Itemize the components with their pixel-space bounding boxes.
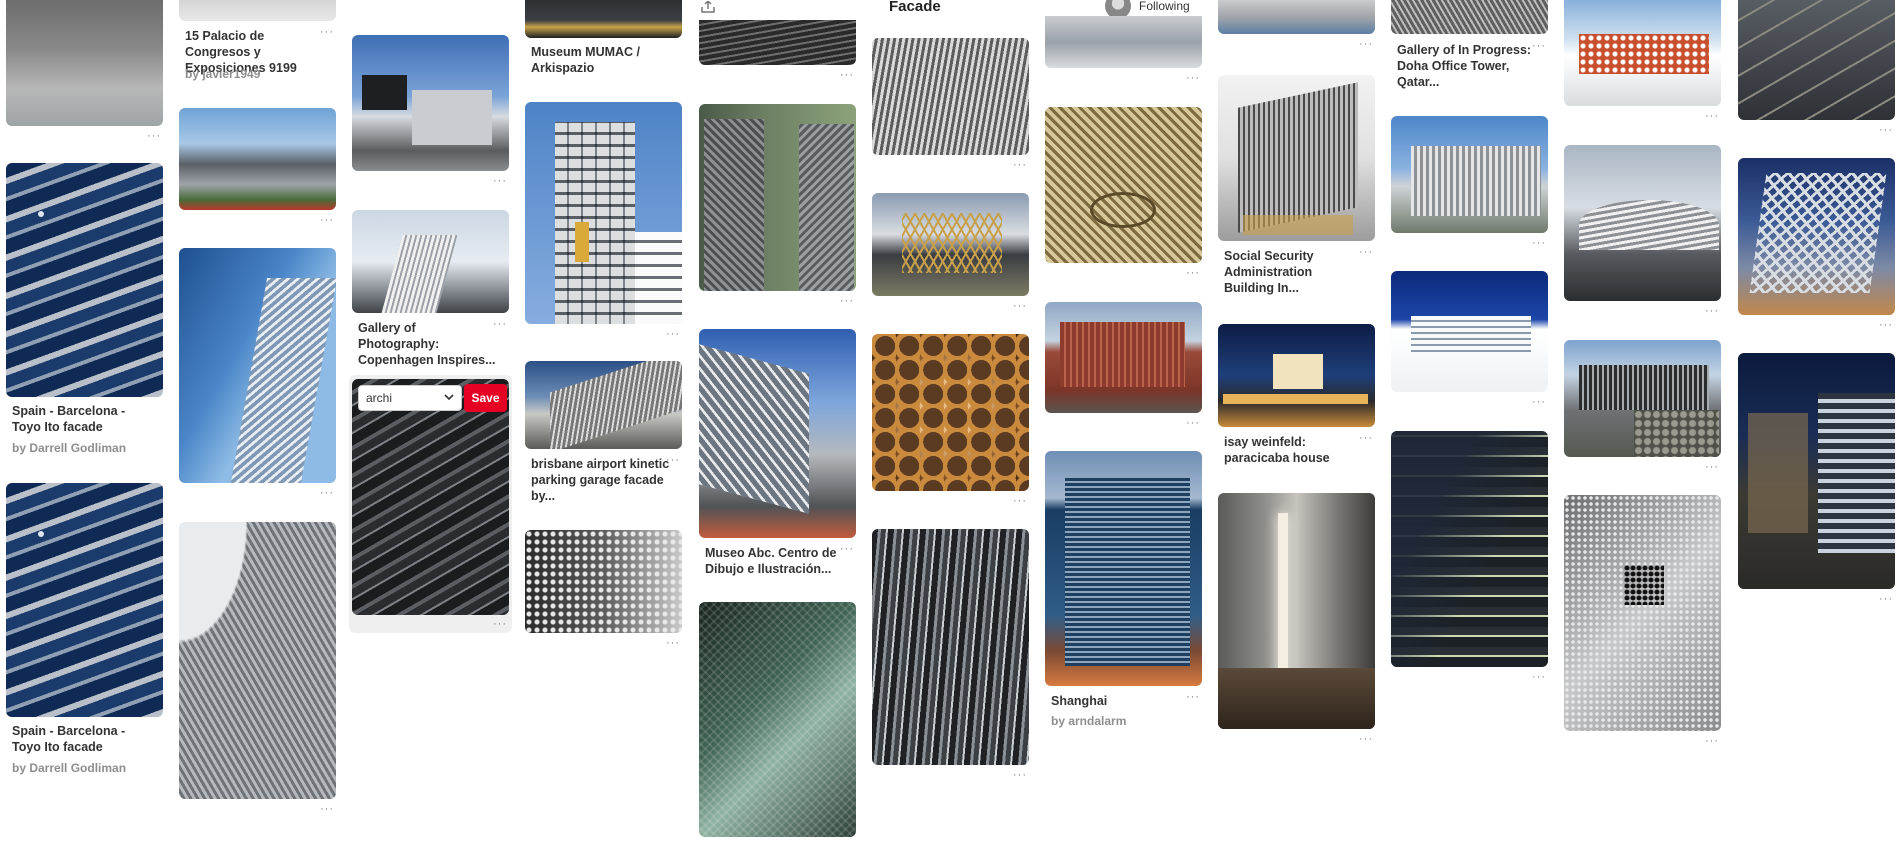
pin-title[interactable]: Museum MUMAC / Arkispazio <box>531 44 671 76</box>
pin-image[interactable] <box>352 35 509 171</box>
pin-title[interactable]: Gallery of Photography: Copenhagen Inspi… <box>358 320 498 368</box>
pin-author[interactable]: by Darrell Godliman <box>12 441 126 455</box>
more-options-icon[interactable]: ··· <box>1532 238 1546 249</box>
more-options-icon[interactable]: ··· <box>666 329 680 340</box>
pin-title[interactable]: Gallery of In Progress: Doha Office Towe… <box>1397 42 1537 90</box>
board-title: Facade <box>889 0 941 15</box>
chevron-down-icon <box>444 391 454 405</box>
pin-image[interactable] <box>1391 116 1548 233</box>
pin-image[interactable] <box>1564 145 1721 301</box>
pin-image[interactable] <box>1045 302 1202 413</box>
pin-title[interactable]: brisbane airport kinetic parking garage … <box>531 456 671 504</box>
pin-title[interactable]: isay weinfeld: paracicaba house <box>1224 434 1364 466</box>
pin-author[interactable]: by javier1949 <box>185 67 260 81</box>
more-options-icon[interactable]: ··· <box>1532 397 1546 408</box>
more-options-icon[interactable]: ··· <box>1705 736 1719 747</box>
pin-image[interactable] <box>525 0 682 38</box>
more-options-icon[interactable]: ··· <box>1532 672 1546 683</box>
pin-image[interactable] <box>1564 340 1721 457</box>
pin-image[interactable] <box>872 38 1029 155</box>
following-label: Following <box>1139 0 1190 13</box>
pin-image[interactable] <box>1045 451 1202 686</box>
more-options-icon[interactable]: ··· <box>1879 320 1893 331</box>
more-options-icon[interactable]: ··· <box>1359 247 1373 258</box>
pin-image[interactable] <box>1738 353 1895 589</box>
pin-image[interactable] <box>179 108 336 210</box>
pin-image[interactable] <box>352 210 509 313</box>
pin-image[interactable] <box>872 334 1029 491</box>
more-options-icon[interactable]: ··· <box>1013 770 1027 781</box>
pin-image[interactable] <box>1564 495 1721 731</box>
pin-image[interactable] <box>699 20 856 65</box>
pin-image[interactable] <box>1218 493 1375 729</box>
pin-image[interactable] <box>6 483 163 717</box>
more-options-icon[interactable]: ··· <box>1532 41 1546 52</box>
more-options-icon[interactable]: ··· <box>1705 306 1719 317</box>
pin-title[interactable]: Shanghai <box>1051 693 1191 709</box>
more-options-icon[interactable]: ··· <box>320 215 334 226</box>
more-options-icon[interactable]: ··· <box>1879 594 1893 605</box>
more-options-icon[interactable]: ··· <box>493 619 507 630</box>
share-icon[interactable] <box>701 0 715 18</box>
pin-image[interactable] <box>1391 0 1548 34</box>
pin-image[interactable] <box>1391 271 1548 392</box>
pin-image[interactable] <box>6 0 163 126</box>
pin-image[interactable] <box>872 529 1029 765</box>
more-options-icon[interactable]: ··· <box>320 804 334 815</box>
pin-author[interactable]: by Darrell Godliman <box>12 761 126 775</box>
pin-image[interactable] <box>699 329 856 538</box>
pin-image[interactable] <box>352 379 509 615</box>
more-options-icon[interactable]: ··· <box>1879 125 1893 136</box>
board-select-label: archi <box>366 391 393 405</box>
pin-image[interactable] <box>1738 158 1895 315</box>
more-options-icon[interactable]: ··· <box>840 70 854 81</box>
pin-image[interactable] <box>1218 75 1375 241</box>
more-options-icon[interactable]: ··· <box>1359 39 1373 50</box>
more-options-icon[interactable]: ··· <box>493 176 507 187</box>
more-options-icon[interactable]: ··· <box>666 455 680 466</box>
more-options-icon[interactable]: ··· <box>1359 433 1373 444</box>
more-options-icon[interactable]: ··· <box>1186 692 1200 703</box>
pin-image[interactable] <box>1564 0 1721 106</box>
pin-image[interactable] <box>179 248 336 483</box>
more-options-icon[interactable]: ··· <box>1186 73 1200 84</box>
more-options-icon[interactable]: ··· <box>1013 160 1027 171</box>
more-options-icon[interactable]: ··· <box>320 488 334 499</box>
board-select[interactable]: archi <box>358 385 462 411</box>
more-options-icon[interactable]: ··· <box>1186 418 1200 429</box>
more-options-icon[interactable]: ··· <box>147 131 161 142</box>
pin-title[interactable]: Social Security Administration Building … <box>1224 248 1364 296</box>
save-button[interactable]: Save <box>464 384 507 412</box>
pin-title[interactable]: Spain - Barcelona - Toyo Ito facade <box>12 723 152 755</box>
pin-title[interactable]: Spain - Barcelona - Toyo Ito facade <box>12 403 152 435</box>
pin-title[interactable]: Museo Abc. Centro de Dibujo e Ilustració… <box>705 545 845 577</box>
pin-image[interactable] <box>872 193 1029 296</box>
pin-image[interactable] <box>179 522 336 799</box>
pin-image[interactable] <box>525 530 682 633</box>
pin-image[interactable] <box>525 361 682 449</box>
more-options-icon[interactable]: ··· <box>493 319 507 330</box>
pin-image[interactable] <box>525 102 682 324</box>
pin-image[interactable] <box>1391 431 1548 667</box>
pin-image[interactable] <box>1218 0 1375 34</box>
pin-image[interactable] <box>699 104 856 291</box>
pin-image[interactable] <box>1738 0 1895 120</box>
more-options-icon[interactable]: ··· <box>1013 301 1027 312</box>
more-options-icon[interactable]: ··· <box>1705 111 1719 122</box>
pin-image[interactable] <box>699 602 856 837</box>
more-options-icon[interactable]: ··· <box>666 638 680 649</box>
more-options-icon[interactable]: ··· <box>1359 734 1373 745</box>
more-options-icon[interactable]: ··· <box>840 296 854 307</box>
pin-image[interactable] <box>1045 107 1202 263</box>
more-options-icon[interactable]: ··· <box>1013 496 1027 507</box>
pin-image[interactable] <box>6 163 163 397</box>
pin-image[interactable] <box>1045 16 1202 68</box>
more-options-icon[interactable]: ··· <box>1186 268 1200 279</box>
more-options-icon[interactable]: ··· <box>840 544 854 555</box>
pin-author[interactable]: by arndalarm <box>1051 714 1126 728</box>
pin-image[interactable] <box>179 0 336 21</box>
pin-image[interactable] <box>1218 324 1375 427</box>
more-options-icon[interactable]: ··· <box>1705 462 1719 473</box>
